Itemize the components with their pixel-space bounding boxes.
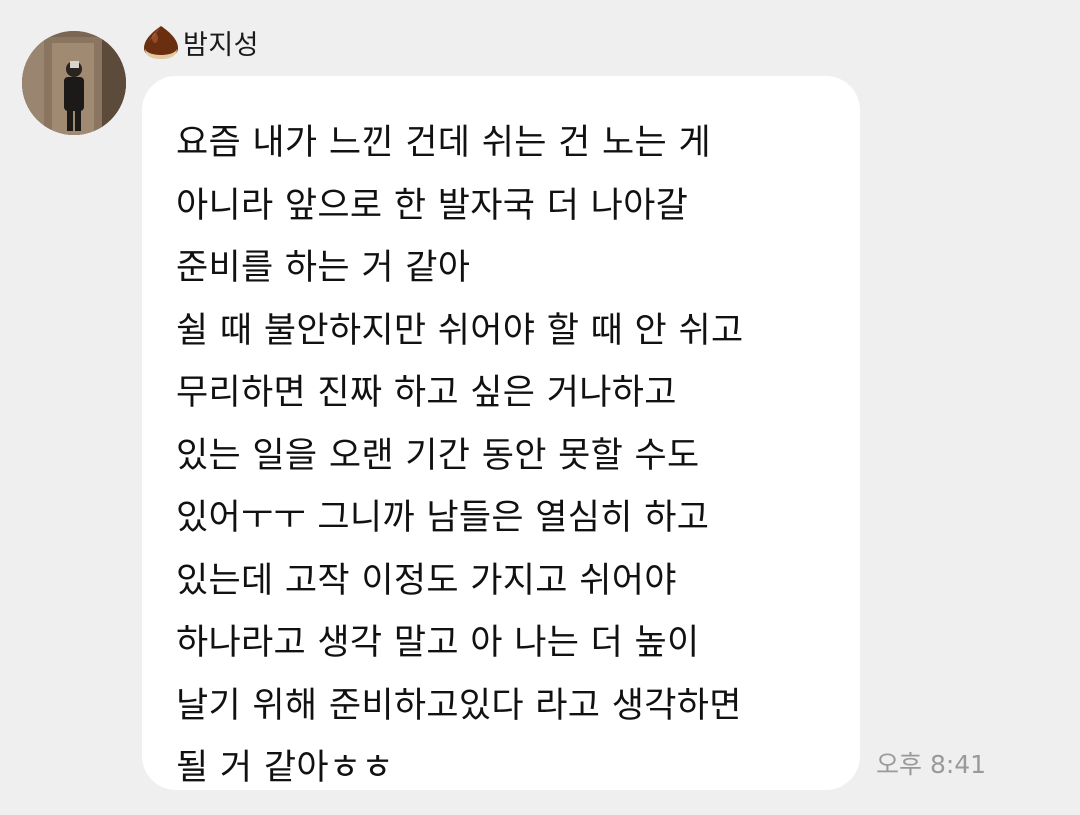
message-line: 하나라고 생각 말고 아 나는 더 높이: [176, 623, 700, 663]
message-timestamp: 오후 8:41: [876, 750, 987, 779]
sender-row: 밤지성: [142, 20, 259, 64]
message-line: 쉴 때 불안하지만 쉬어야 할 때 안 쉬고: [176, 310, 744, 351]
message-line: 있는 일을 오랜 기간 동안 못할 수도: [176, 435, 700, 476]
avatar[interactable]: [22, 31, 126, 135]
chestnut-icon: [142, 24, 180, 60]
message-line: 있어ㅜㅜ 그니까 남들은 열심히 하고: [176, 498, 710, 538]
message-line: 준비를 하는 거 같아: [176, 248, 471, 288]
message-line: 무리하면 진짜 하고 싶은 거나하고: [176, 373, 677, 413]
message-line: 될 거 같아ㅎㅎ: [176, 748, 394, 788]
message-line: 있는데 고작 이정도 가지고 쉬어야: [176, 560, 677, 601]
message-line: 날기 위해 준비하고있다 라고 생각하면: [176, 685, 742, 726]
message-bubble[interactable]: 요즘 내가 느낀 건데 쉬는 건 노는 게 아니라 앞으로 한 발자국 더 나아…: [142, 76, 860, 790]
sender-name: 밤지성: [183, 29, 260, 61]
message-line: 요즘 내가 느낀 건데 쉬는 건 노는 게: [176, 123, 711, 163]
message-line: 아니라 앞으로 한 발자국 더 나아갈: [176, 185, 689, 226]
